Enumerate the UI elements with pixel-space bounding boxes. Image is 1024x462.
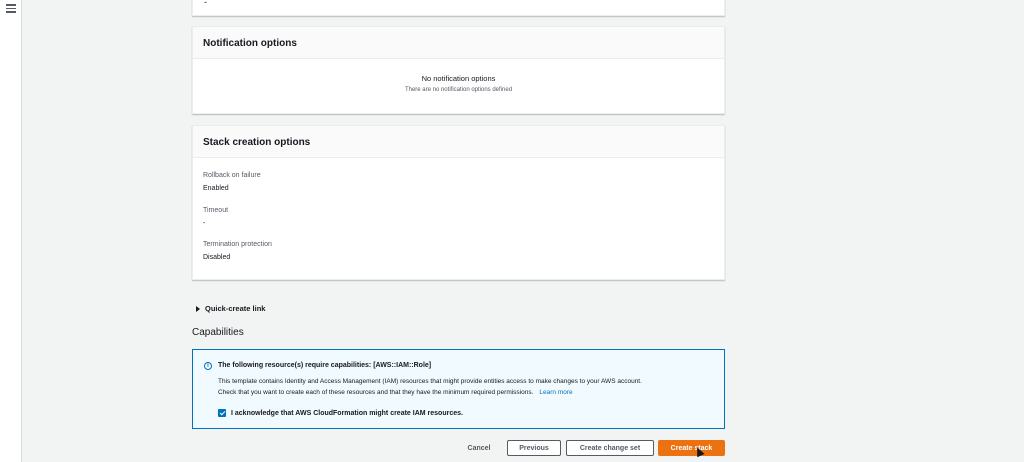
acknowledge-iam-label: I acknowledge that AWS CloudFormation mi… — [231, 409, 463, 417]
capabilities-alert-body-line1: This template contains Identity and Acce… — [218, 378, 642, 385]
caret-right-icon — [196, 305, 200, 312]
timeout-field: Timeout - — [203, 207, 228, 227]
capabilities-heading: Capabilities — [192, 327, 244, 338]
acknowledge-iam-checkbox-row[interactable]: I acknowledge that AWS CloudFormation mi… — [218, 409, 463, 417]
cancel-button[interactable]: Cancel — [463, 440, 495, 456]
termination-protection-value: Disabled — [203, 254, 231, 261]
termination-protection-label: Termination protection — [203, 241, 272, 248]
timeout-value: - — [203, 220, 206, 227]
acknowledge-iam-checkbox[interactable] — [218, 409, 226, 417]
quick-create-link-label: Quick-create link — [205, 304, 266, 313]
stack-creation-options-panel: Stack creation options Rollback on failu… — [192, 125, 725, 280]
notification-options-title: Notification options — [193, 27, 724, 59]
create-change-set-button[interactable]: Create change set — [566, 440, 654, 456]
no-notification-options-text: No notification options — [421, 74, 496, 83]
left-navigation-rail — [0, 0, 22, 462]
previous-button[interactable]: Previous — [507, 440, 561, 456]
capabilities-alert-title: The following resource(s) require capabi… — [218, 362, 432, 369]
learn-more-link[interactable]: Learn more — [539, 389, 572, 396]
notification-options-panel: Notification options No notification opt… — [192, 26, 725, 114]
rollback-on-failure-label: Rollback on failure — [203, 172, 261, 179]
no-notification-options-subtext: There are no notification options define… — [404, 87, 513, 93]
rollback-on-failure-field: Rollback on failure Enabled — [203, 172, 261, 192]
termination-protection-field: Termination protection Disabled — [203, 241, 272, 261]
previous-panel: - — [192, 0, 725, 16]
menu-icon[interactable] — [6, 4, 16, 13]
quick-create-link-expander[interactable]: Quick-create link — [196, 304, 265, 313]
rollback-on-failure-value: Enabled — [203, 185, 229, 192]
capabilities-alert-body: This template contains Identity and Acce… — [218, 377, 718, 398]
previous-panel-value: - — [204, 0, 207, 7]
stack-creation-options-title: Stack creation options — [193, 126, 724, 158]
info-icon: i — [204, 362, 212, 370]
create-stack-button[interactable]: Create stack — [658, 440, 725, 456]
capabilities-info-alert: i The following resource(s) require capa… — [192, 349, 725, 429]
timeout-label: Timeout — [203, 207, 229, 214]
capabilities-alert-body-line2: Check that you want to create each of th… — [218, 388, 534, 396]
